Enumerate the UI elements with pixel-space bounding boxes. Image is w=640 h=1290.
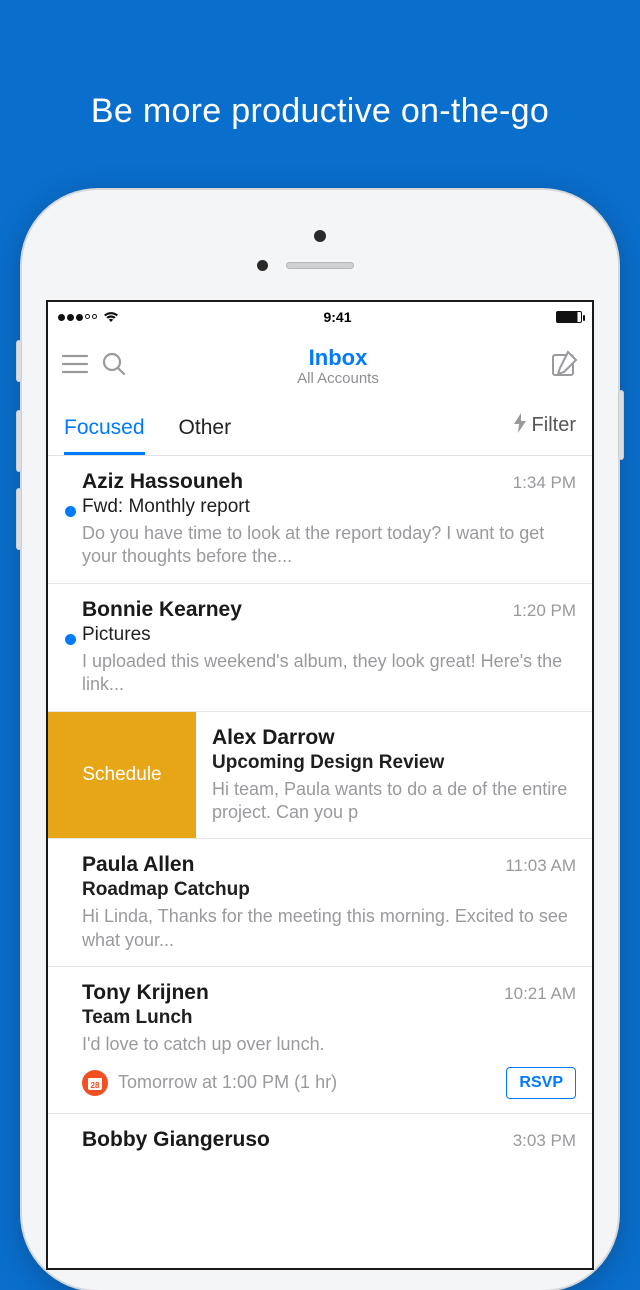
email-preview: I uploaded this weekend's album, they lo… (82, 650, 576, 697)
phone-speaker (286, 262, 354, 269)
screen: 9:41 Inbox All Accounts Focused Other (46, 300, 594, 1270)
email-item[interactable]: Bobby Giangeruso 3:03 PM (48, 1114, 592, 1178)
email-list: Aziz Hassouneh 1:34 PM Fwd: Monthly repo… (48, 456, 592, 1178)
search-icon[interactable] (102, 352, 126, 381)
hamburger-icon[interactable] (62, 354, 88, 379)
email-item[interactable]: Paula Allen 11:03 AM Roadmap Catchup Hi … (48, 839, 592, 967)
email-preview: Hi team, Paula wants to do a de of the e… (212, 778, 592, 825)
schedule-action[interactable]: Schedule (48, 712, 196, 839)
email-item[interactable]: Tony Krijnen 10:21 AM Team Lunch I'd lov… (48, 967, 592, 1113)
phone-volume-up (16, 410, 22, 472)
email-sender: Alex Darrow (212, 726, 592, 750)
calendar-icon: 28 (82, 1070, 108, 1096)
phone-power-button (618, 390, 624, 460)
tab-other[interactable]: Other (179, 406, 232, 455)
email-sender: Paula Allen (82, 853, 194, 877)
email-subject: Pictures (82, 624, 576, 646)
email-sender: Aziz Hassouneh (82, 470, 243, 494)
nav-header: Inbox All Accounts (48, 332, 592, 400)
phone-sensor (257, 260, 268, 271)
compose-icon[interactable] (550, 350, 578, 383)
status-time: 9:41 (323, 309, 351, 325)
wifi-icon (103, 311, 119, 323)
email-time: 3:03 PM (513, 1131, 576, 1151)
filter-label: Filter (532, 414, 576, 437)
status-bar: 9:41 (48, 302, 592, 332)
email-time: 11:03 AM (505, 856, 576, 876)
marketing-tagline: Be more productive on-the-go (0, 0, 640, 131)
phone-frame: 9:41 Inbox All Accounts Focused Other (22, 190, 618, 1290)
tab-focused[interactable]: Focused (64, 406, 145, 455)
email-item[interactable]: Aziz Hassouneh 1:34 PM Fwd: Monthly repo… (48, 456, 592, 584)
unread-dot-icon (65, 506, 76, 517)
tabs-row: Focused Other Filter (48, 400, 592, 456)
email-item-swiped[interactable]: Schedule Alex Darrow Upcoming Design Rev… (48, 712, 592, 840)
email-preview: Hi Linda, Thanks for the meeting this mo… (82, 905, 576, 952)
email-sender: Bonnie Kearney (82, 598, 242, 622)
bolt-icon (514, 413, 526, 439)
email-time: 1:34 PM (513, 473, 576, 493)
phone-camera (314, 230, 326, 242)
phone-volume-down (16, 488, 22, 550)
email-item[interactable]: Bonnie Kearney 1:20 PM Pictures I upload… (48, 584, 592, 712)
email-subject: Upcoming Design Review (212, 752, 592, 774)
battery-icon (556, 311, 582, 323)
event-time: Tomorrow at 1:00 PM (1 hr) (118, 1072, 496, 1093)
svg-text:28: 28 (91, 1081, 100, 1090)
email-sender: Bobby Giangeruso (82, 1128, 270, 1152)
email-time: 1:20 PM (513, 601, 576, 621)
signal-icon (58, 314, 97, 321)
email-time: 10:21 AM (504, 984, 576, 1004)
page-title: Inbox (140, 345, 536, 370)
filter-button[interactable]: Filter (514, 413, 576, 449)
email-subject: Fwd: Monthly report (82, 496, 576, 518)
email-preview: Do you have time to look at the report t… (82, 522, 576, 569)
email-sender: Tony Krijnen (82, 981, 209, 1005)
email-subject: Roadmap Catchup (82, 879, 576, 901)
email-subject: Team Lunch (82, 1007, 576, 1029)
rsvp-button[interactable]: RSVP (506, 1067, 576, 1099)
phone-mute-switch (16, 340, 22, 382)
email-preview: I'd love to catch up over lunch. (82, 1033, 576, 1056)
page-subtitle: All Accounts (140, 370, 536, 387)
unread-dot-icon (65, 634, 76, 645)
